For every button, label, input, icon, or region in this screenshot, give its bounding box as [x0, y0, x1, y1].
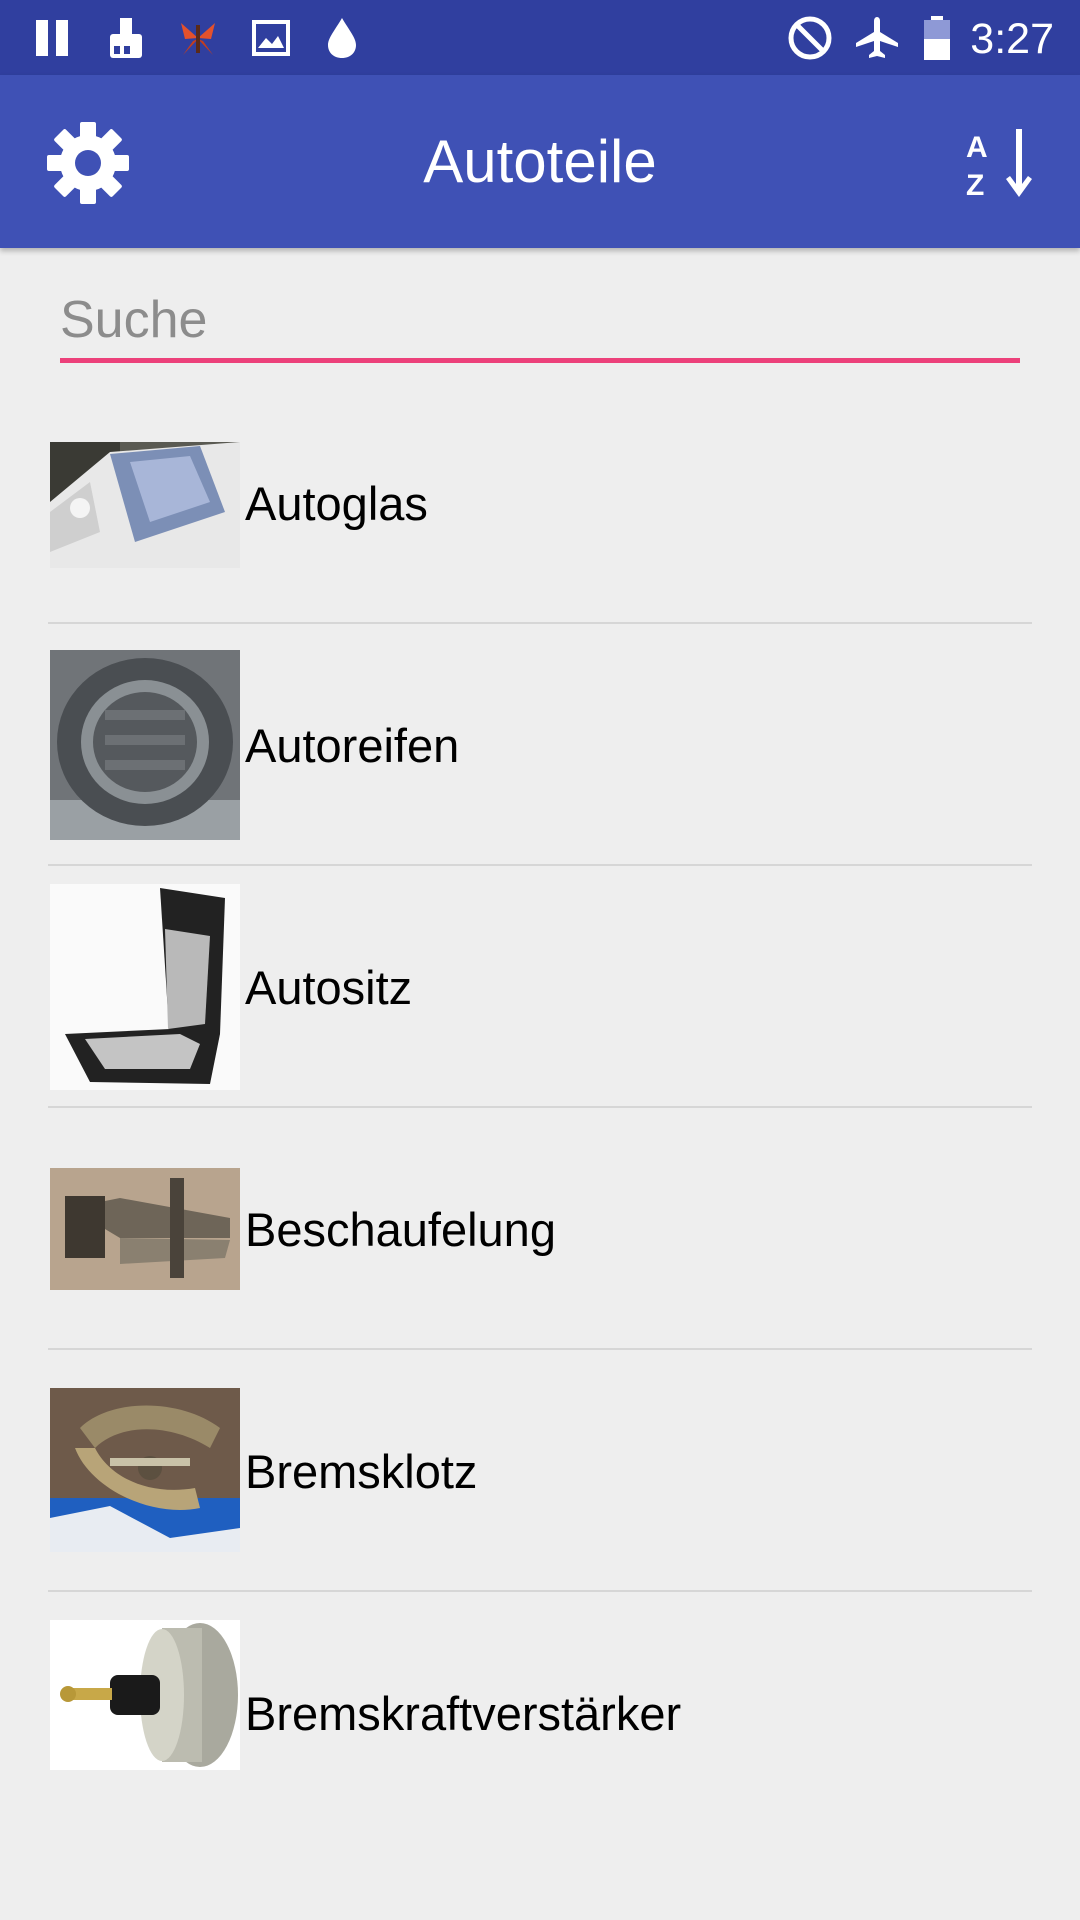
- sort-button[interactable]: A Z: [952, 115, 1052, 215]
- status-bar: 3:27: [0, 0, 1080, 75]
- search-field: [60, 280, 1020, 365]
- list-item-autoreifen[interactable]: Autoreifen: [0, 624, 1080, 866]
- search-underline: [60, 358, 1020, 363]
- list-item-label: Autositz: [245, 960, 413, 1014]
- brake-shoes-photo: [50, 1388, 240, 1552]
- image-icon: [250, 0, 292, 75]
- page-title: Autoteile: [423, 128, 657, 195]
- svg-text:A: A: [966, 131, 988, 164]
- search-input[interactable]: [60, 280, 1020, 360]
- list-item-bremsklotz[interactable]: Bremsklotz: [0, 1350, 1080, 1592]
- brake-booster-photo: [50, 1620, 240, 1770]
- list-item-label: Bremskraftverstärker: [245, 1686, 682, 1740]
- list-item-label: Autoglas: [245, 476, 428, 530]
- list-item-label: Autoreifen: [245, 718, 460, 772]
- car-windshield-photo: [50, 442, 240, 568]
- sort-az-icon: A Z: [962, 123, 1042, 208]
- list-item-label: Beschaufelung: [245, 1202, 556, 1256]
- list-item-label: Bremsklotz: [245, 1444, 478, 1498]
- list-item-bremskraftverstaerker[interactable]: Bremskraftverstärker: [0, 1592, 1080, 1834]
- car-seat-photo: [50, 884, 240, 1090]
- tire-stack-photo: [50, 650, 240, 840]
- airplane-mode-icon: [852, 0, 902, 75]
- list-item-autositz[interactable]: Autositz: [0, 866, 1080, 1108]
- butterfly-icon: [176, 0, 220, 75]
- parts-list: Autoglas Autoreifen Autositz Beschaufelu…: [0, 382, 1080, 1834]
- paint-bucket-icon: [104, 0, 148, 75]
- status-time: 3:27: [970, 15, 1054, 63]
- list-item-autoglas[interactable]: Autoglas: [0, 382, 1080, 624]
- svg-text:Z: Z: [966, 169, 984, 202]
- list-item-beschaufelung[interactable]: Beschaufelung: [0, 1108, 1080, 1350]
- do-not-disturb-icon: [786, 0, 834, 75]
- pause-icon: [32, 0, 74, 75]
- water-drop-icon: [322, 0, 362, 75]
- app-bar: Autoteile A Z: [0, 75, 1080, 248]
- turbine-blade-photo: [50, 1168, 240, 1290]
- battery-icon: [920, 0, 954, 75]
